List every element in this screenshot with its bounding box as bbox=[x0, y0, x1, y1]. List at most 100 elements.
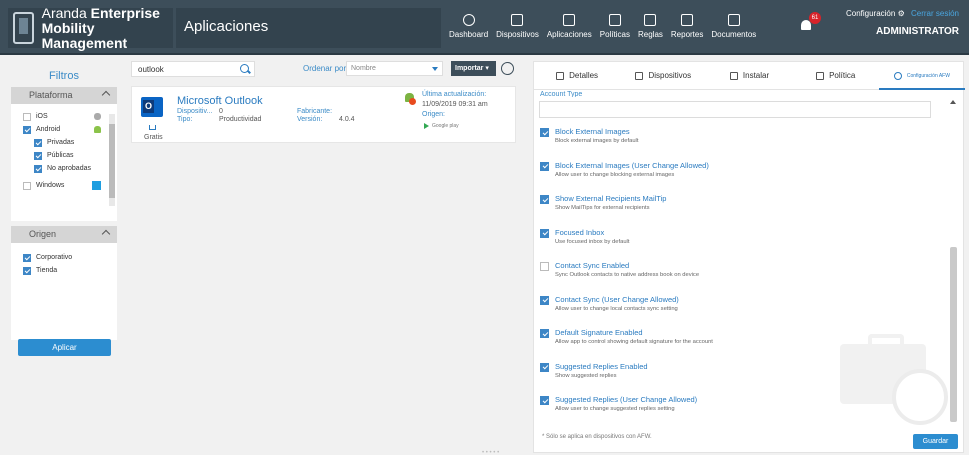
setting-description: Allow user to change blocking external i… bbox=[555, 171, 675, 178]
filter-scrollbar-thumb[interactable] bbox=[109, 124, 115, 198]
setting-title: Suggested Replies Enabled bbox=[555, 361, 648, 371]
account-type-label: Account Type bbox=[540, 91, 583, 97]
not-approved-badge-icon bbox=[409, 98, 416, 105]
android-icon bbox=[94, 126, 101, 133]
install-icon bbox=[729, 71, 738, 80]
chevron-up-icon bbox=[101, 90, 111, 100]
setting-title: Contact Sync Enabled bbox=[555, 261, 630, 270]
config-link[interactable]: Configuración bbox=[846, 9, 895, 18]
checkbox[interactable] bbox=[34, 138, 42, 147]
user-name: ADMINISTRATOR bbox=[876, 26, 959, 37]
sort-label: Ordenar por: bbox=[303, 64, 349, 73]
filter-not-approved[interactable]: No aprobadas bbox=[34, 162, 117, 175]
setting-title: Block External Images (User Change Allow… bbox=[555, 160, 709, 170]
tab-devices[interactable]: Dispositivos bbox=[620, 62, 706, 89]
setting-checkbox[interactable] bbox=[540, 396, 549, 405]
filter-windows[interactable]: Windows bbox=[23, 179, 117, 192]
policy-icon bbox=[816, 71, 825, 80]
devices-field: Dispositiv... bbox=[177, 108, 213, 115]
tab-install[interactable]: Instalar bbox=[706, 62, 792, 89]
checkbox[interactable] bbox=[23, 125, 31, 134]
search-icon[interactable] bbox=[240, 64, 249, 73]
nav-documents[interactable]: Documentos bbox=[707, 8, 760, 48]
type-value: Productividad bbox=[219, 116, 262, 123]
tab-policy[interactable]: Política bbox=[793, 62, 879, 89]
google-play-icon bbox=[424, 123, 429, 129]
brand-mark-icon bbox=[13, 12, 34, 44]
setting-description: Show suggested replies bbox=[555, 372, 617, 379]
setting-description: Allow user to change suggested replies s… bbox=[555, 406, 675, 412]
detail-scrollbar-thumb[interactable] bbox=[950, 247, 957, 422]
platform-filter-body: iOS Android Privadas Públicas No aprobad… bbox=[11, 104, 117, 221]
setting-checkbox[interactable] bbox=[540, 329, 549, 338]
type-field: Tipo: bbox=[177, 116, 193, 123]
windows-icon bbox=[92, 181, 101, 190]
nav-devices[interactable]: Dispositivos bbox=[492, 8, 543, 48]
export-icon[interactable] bbox=[501, 62, 514, 75]
maker-field: Fabricante: bbox=[297, 108, 333, 115]
notification-badge: 61 bbox=[809, 12, 821, 24]
nav-policies[interactable]: Políticas bbox=[596, 8, 634, 48]
search-input[interactable]: outlook bbox=[131, 61, 255, 77]
checkbox[interactable] bbox=[23, 253, 31, 262]
setting-checkbox[interactable] bbox=[540, 262, 549, 271]
tab-details[interactable]: Detalles bbox=[534, 62, 620, 89]
app-card[interactable]: Gratis Microsoft Outlook Dispositiv... 0… bbox=[131, 86, 516, 143]
checkbox[interactable] bbox=[23, 181, 31, 190]
checkbox[interactable] bbox=[34, 151, 42, 160]
filter-corporate[interactable]: Corporativo bbox=[23, 251, 117, 264]
tab-afw-config[interactable]: Configuración AFW bbox=[878, 62, 966, 90]
setting-description: Allow app to control showing default sig… bbox=[555, 339, 713, 345]
gear-icon bbox=[893, 71, 902, 80]
filter-android[interactable]: Android bbox=[23, 123, 117, 136]
platform-filter-header[interactable]: Plataforma bbox=[11, 87, 117, 104]
nav-reports[interactable]: Reportes bbox=[667, 8, 707, 48]
app-watermark-icon bbox=[892, 369, 948, 425]
nav-dashboard[interactable]: Dashboard bbox=[445, 8, 492, 48]
scroll-up-arrow-icon[interactable] bbox=[950, 100, 956, 104]
notifications-button[interactable]: 61 bbox=[799, 12, 821, 32]
logout-link[interactable]: Cerrar sesión bbox=[911, 9, 959, 18]
sort-select[interactable]: Nombre bbox=[346, 61, 443, 76]
import-button[interactable]: Importar ▾ bbox=[451, 61, 496, 76]
origin-filter-header[interactable]: Origen bbox=[11, 226, 117, 243]
app-name[interactable]: Microsoft Outlook bbox=[177, 95, 263, 107]
devices-value: 0 bbox=[219, 108, 223, 115]
setting-checkbox[interactable] bbox=[540, 228, 549, 238]
filter-public[interactable]: Públicas bbox=[34, 149, 117, 162]
calendar-icon bbox=[556, 71, 565, 80]
setting-checkbox[interactable] bbox=[540, 362, 549, 372]
report-icon bbox=[681, 14, 694, 26]
filter-store[interactable]: Tienda bbox=[23, 264, 117, 277]
origin-label: Origen: bbox=[422, 111, 445, 118]
afw-note: * Sólo se aplica en dispositivos con AFW… bbox=[542, 434, 652, 440]
brand-logo[interactable]: Aranda Enterprise Mobility Management bbox=[8, 4, 173, 51]
checkbox[interactable] bbox=[23, 112, 31, 121]
pagination-dots: • • • • • bbox=[482, 450, 500, 455]
dashboard-icon bbox=[462, 14, 475, 26]
apply-filters-button[interactable]: Aplicar bbox=[18, 339, 111, 356]
gear-icon[interactable]: ⚙ bbox=[898, 9, 905, 18]
account-type-input[interactable] bbox=[539, 101, 931, 118]
origin-filter-body: Corporativo Tienda bbox=[11, 243, 117, 340]
save-button[interactable]: Guardar bbox=[913, 434, 958, 449]
filters-title: Filtros bbox=[49, 70, 79, 82]
filter-ios[interactable]: iOS bbox=[23, 110, 117, 123]
checkbox[interactable] bbox=[23, 266, 31, 275]
setting-description: Allow user to change local contacts sync… bbox=[555, 305, 678, 312]
setting-checkbox[interactable] bbox=[540, 128, 549, 137]
setting-description: Show MailTips for external recipients bbox=[555, 205, 650, 211]
checkbox[interactable] bbox=[34, 164, 42, 173]
nav-rules[interactable]: Reglas bbox=[634, 8, 667, 48]
setting-description: Use focused inbox by default bbox=[555, 238, 630, 245]
setting-checkbox[interactable] bbox=[540, 195, 549, 204]
main-nav: Dashboard Dispositivos Aplicaciones Polí… bbox=[445, 8, 760, 48]
grid-icon bbox=[563, 14, 576, 26]
setting-checkbox[interactable] bbox=[540, 295, 549, 305]
nav-applications[interactable]: Aplicaciones bbox=[543, 8, 596, 48]
filter-private[interactable]: Privadas bbox=[34, 136, 117, 149]
setting-checkbox[interactable] bbox=[540, 161, 549, 171]
google-play-badge: Google play bbox=[424, 123, 459, 129]
brand-text: Aranda Enterprise Mobility Management bbox=[41, 4, 160, 51]
setting-title: Suggested Replies (User Change Allowed) bbox=[555, 395, 698, 404]
